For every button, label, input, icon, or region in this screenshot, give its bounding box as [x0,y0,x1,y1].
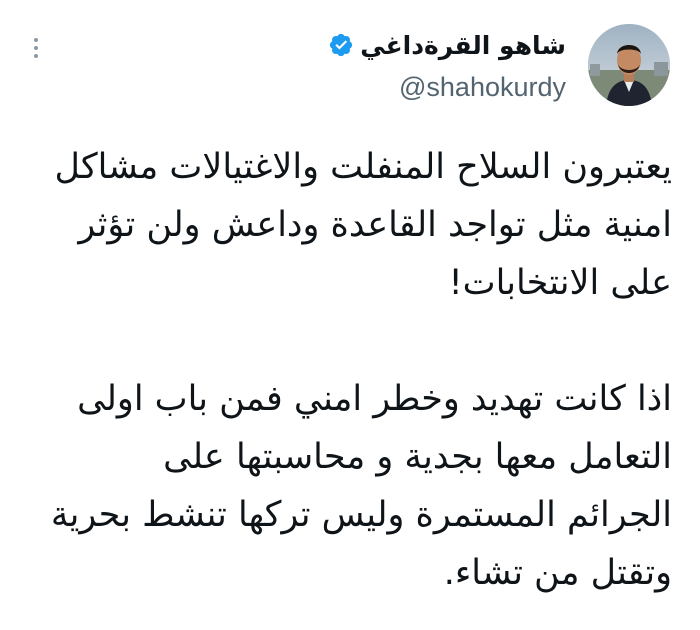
more-options-icon[interactable] [28,38,44,58]
tweet-text: يعتبرون السلاح المنفلت والاغتيالات مشاكل… [22,138,672,602]
display-name[interactable]: شاهو القرةداغي [360,31,566,60]
tweet-line: يعتبرون السلاح المنفلت والاغتيالات مشاكل [54,147,673,187]
tweet-line: اذا كانت تهديد وخطر امني فمن باب اولى [77,379,672,419]
avatar[interactable] [588,24,670,106]
tweet-line: التعامل معها بجدية و محاسبتها على [163,437,672,477]
tweet-line: امنية مثل تواجد القاعدة وداعش ولن تؤثر [78,205,672,245]
tweet-line: وتقتل من تشاء. [443,553,672,593]
tweet-line: الجرائم المستمرة وليس تركها تنشط بحرية [50,495,672,535]
avatar-image [588,24,670,106]
verified-badge-icon [328,32,354,58]
tweet-card: شاهو القرةداغي @shahokurdy يعتبرون السلا… [0,0,700,630]
user-info: شاهو القرةداغي @shahokurdy [328,28,566,103]
tweet-line: على الانتخابات! [448,263,672,303]
tweet-paragraph-2: اذا كانت تهديد وخطر امني فمن باب اولى ال… [22,370,672,602]
tweet-paragraph-1: يعتبرون السلاح المنفلت والاغتيالات مشاكل… [22,138,673,312]
user-handle[interactable]: @shahokurdy [328,72,566,103]
name-row: شاهو القرةداغي [328,28,566,62]
